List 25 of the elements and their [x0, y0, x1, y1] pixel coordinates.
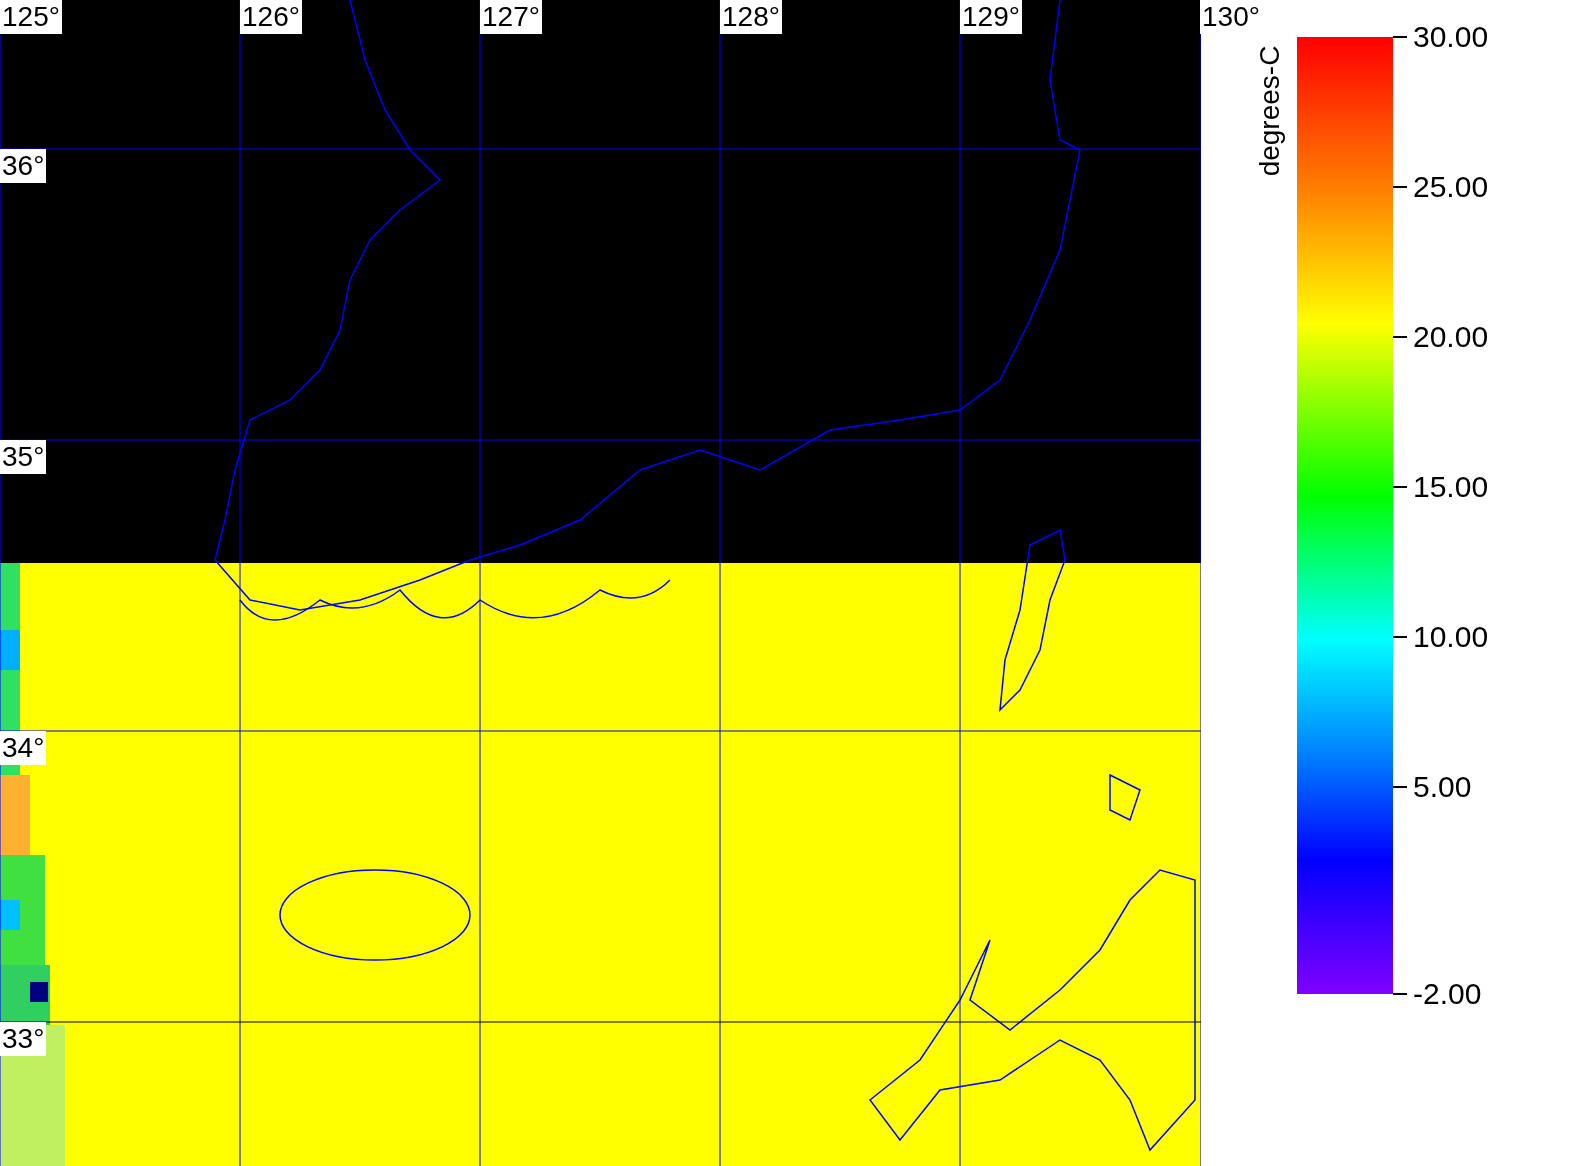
tick-mark: [1393, 636, 1407, 638]
latitude-label: 33°: [0, 1022, 47, 1056]
colorbar-title: degrees-C: [1254, 45, 1286, 177]
tick-mark: [1393, 36, 1407, 38]
longitude-label: 127°: [480, 0, 542, 34]
tick-label: 5.00: [1413, 770, 1472, 804]
tick-mark: [1393, 993, 1407, 995]
tick-label: 30.00: [1413, 20, 1489, 54]
tick-mark: [1393, 786, 1407, 788]
tick-label: -2.00: [1413, 977, 1482, 1011]
tick-label: 10.00: [1413, 620, 1489, 654]
longitude-label: 126°: [240, 0, 302, 34]
longitude-label: 128°: [720, 0, 782, 34]
longitude-label: 125°: [0, 0, 62, 34]
tick-label: 15.00: [1413, 470, 1489, 504]
tick-mark: [1393, 486, 1407, 488]
latitude-label: 35°: [0, 440, 47, 474]
latitude-label: 34°: [0, 731, 47, 765]
tick-label: 20.00: [1413, 320, 1489, 354]
latitude-label: 36°: [0, 149, 47, 183]
longitude-label: 130°: [1200, 0, 1262, 34]
tick-mark: [1393, 336, 1407, 338]
tick-mark: [1393, 186, 1407, 188]
longitude-label: 129°: [960, 0, 1022, 34]
tick-label: 25.00: [1413, 170, 1489, 204]
